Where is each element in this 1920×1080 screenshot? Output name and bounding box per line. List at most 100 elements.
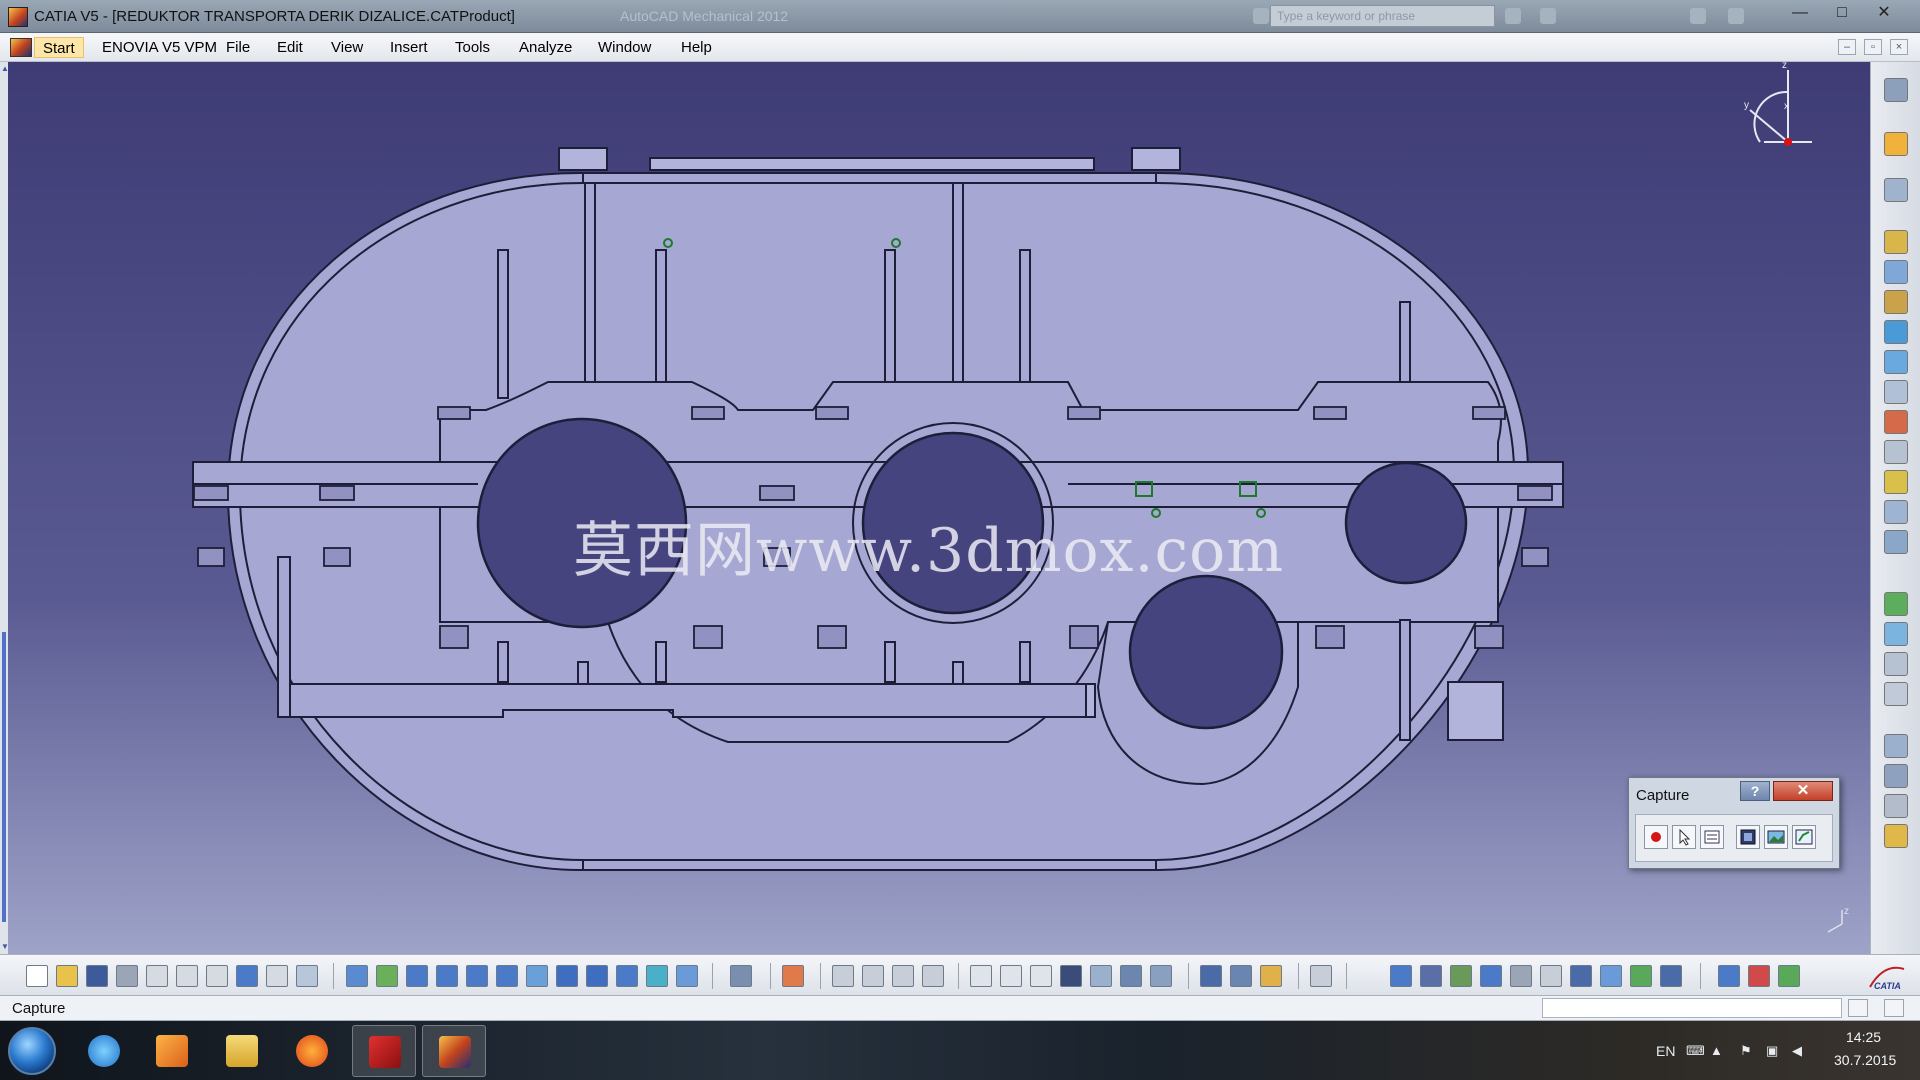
snap-icon[interactable]	[1884, 530, 1908, 554]
multi-view-icon[interactable]	[556, 965, 578, 987]
select-icon[interactable]	[1672, 825, 1696, 849]
capture-close-button[interactable]: ✕	[1773, 781, 1833, 801]
scroll-thumb[interactable]	[2, 632, 6, 922]
status-option-button[interactable]	[1848, 999, 1868, 1017]
maximize-button[interactable]: □	[1822, 2, 1862, 26]
menu-edit[interactable]: Edit	[277, 39, 303, 56]
zoom-out-icon[interactable]	[496, 965, 518, 987]
menu-window[interactable]: Window	[598, 39, 651, 56]
catalog-icon[interactable]	[922, 965, 944, 987]
windows-start-button[interactable]	[8, 1027, 56, 1075]
cycle-icon[interactable]	[1630, 965, 1652, 987]
graph-tree-icon[interactable]	[1884, 350, 1908, 374]
catia-icon[interactable]	[422, 1025, 486, 1077]
3d-viewport[interactable]: .p { fill: #a6a7d2; stroke: #1e1e3a; str…	[8, 62, 1870, 954]
keyboard-icon[interactable]: ⌨	[1686, 1043, 1705, 1058]
fix-together-icon[interactable]	[1884, 764, 1908, 788]
open-icon[interactable]	[56, 965, 78, 987]
compass-icon[interactable]: z y x	[1744, 62, 1812, 146]
quick-constraint-icon[interactable]	[1884, 794, 1908, 818]
fit-all-icon[interactable]	[376, 965, 398, 987]
3d-compass-icon[interactable]	[1718, 965, 1740, 987]
autocad-icon[interactable]	[352, 1025, 416, 1077]
gears-icon[interactable]	[1884, 78, 1908, 102]
network-icon[interactable]: ▣	[1766, 1043, 1780, 1058]
knowledge-icon[interactable]	[1030, 965, 1052, 987]
annotation-icon[interactable]	[1540, 965, 1562, 987]
minimize-button[interactable]: —	[1780, 2, 1820, 26]
new-icon[interactable]	[26, 965, 48, 987]
visualization-mode-icon[interactable]	[1480, 965, 1502, 987]
mdi-minimize-button[interactable]: –	[1838, 39, 1856, 55]
menu-help[interactable]: Help	[681, 39, 712, 56]
zoom-in-icon[interactable]	[466, 965, 488, 987]
space-analysis-icon[interactable]	[1510, 965, 1532, 987]
menu-start[interactable]: Start	[34, 37, 84, 58]
info-search-field[interactable]: Type a keyword or phrase	[1270, 5, 1495, 27]
catalog-browser-icon[interactable]	[730, 965, 752, 987]
menu-analyze[interactable]: Analyze	[519, 39, 572, 56]
show-hidden-icons-icon[interactable]: ▲	[1710, 1043, 1724, 1058]
new-part-icon[interactable]	[1884, 290, 1908, 314]
sectioning-icon[interactable]	[1120, 965, 1142, 987]
multi-instantiation-icon[interactable]	[1884, 440, 1908, 464]
tools-icon[interactable]	[832, 965, 854, 987]
select-icon[interactable]	[1884, 132, 1908, 156]
angle-constraint-icon[interactable]	[1884, 682, 1908, 706]
contact-constraint-icon[interactable]	[1884, 622, 1908, 646]
copy-icon[interactable]	[176, 965, 198, 987]
render-icon[interactable]	[1748, 965, 1770, 987]
catia-app-icon[interactable]	[8, 7, 28, 27]
normal-view-icon[interactable]	[526, 965, 548, 987]
capture-settings-icon[interactable]	[1792, 825, 1816, 849]
new-component-icon[interactable]	[1884, 260, 1908, 284]
clash-icon[interactable]	[1150, 965, 1172, 987]
capture-icon[interactable]	[1736, 825, 1760, 849]
design-mode-icon[interactable]	[1450, 965, 1472, 987]
cut-icon[interactable]	[146, 965, 168, 987]
menu-enovia[interactable]: ENOVIA V5 VPM	[102, 39, 217, 56]
product-structure-icon[interactable]	[1570, 965, 1592, 987]
print-icon[interactable]	[116, 965, 138, 987]
product-icon[interactable]	[1884, 178, 1908, 202]
volume-icon[interactable]: ◀	[1792, 1043, 1806, 1058]
measure-icon[interactable]	[1060, 965, 1082, 987]
media-player-icon[interactable]	[140, 1025, 204, 1077]
constraint-icon[interactable]	[1884, 592, 1908, 616]
fly-mode-icon[interactable]	[346, 965, 368, 987]
capture-help-button[interactable]: ?	[1740, 781, 1770, 801]
clock-time[interactable]: 14:25	[1846, 1029, 1881, 1045]
measure-item-icon[interactable]	[1230, 965, 1252, 987]
options-icon[interactable]	[1700, 825, 1724, 849]
update-icon[interactable]	[1884, 824, 1908, 848]
action-center-icon[interactable]: ⚑	[1740, 1043, 1754, 1058]
image-album-icon[interactable]	[1764, 825, 1788, 849]
offset-constraint-icon[interactable]	[1884, 652, 1908, 676]
close-button[interactable]: ✕	[1864, 2, 1904, 26]
catia-start-icon[interactable]	[10, 38, 32, 57]
iso-view-icon[interactable]	[586, 965, 608, 987]
scenes-icon[interactable]	[1420, 965, 1442, 987]
replace-component-icon[interactable]	[1884, 320, 1908, 344]
measure-inertia-icon[interactable]	[1260, 965, 1282, 987]
menu-tools[interactable]: Tools	[455, 39, 490, 56]
mdi-close-button[interactable]: ×	[1890, 39, 1908, 55]
publication-icon[interactable]	[892, 965, 914, 987]
undo-icon[interactable]	[236, 965, 258, 987]
mdi-restore-button[interactable]: ▫	[1864, 39, 1882, 55]
fix-component-icon[interactable]	[1884, 734, 1908, 758]
pan-icon[interactable]	[406, 965, 428, 987]
record-icon[interactable]	[1644, 825, 1668, 849]
apply-material-icon[interactable]	[1778, 965, 1800, 987]
shading-icon[interactable]	[616, 965, 638, 987]
redo-icon[interactable]	[266, 965, 288, 987]
renumber-icon[interactable]	[1884, 380, 1908, 404]
swap-visible-space-icon[interactable]	[676, 965, 698, 987]
status-zoom-button[interactable]	[1884, 999, 1904, 1017]
capture-toolbar-dialog[interactable]: Capture ? ✕	[1628, 777, 1840, 869]
file-explorer-icon[interactable]	[210, 1025, 274, 1077]
reorder-icon[interactable]	[1884, 410, 1908, 434]
firefox-icon[interactable]	[280, 1025, 344, 1077]
macro-icon[interactable]	[862, 965, 884, 987]
whats-this-icon[interactable]	[296, 965, 318, 987]
